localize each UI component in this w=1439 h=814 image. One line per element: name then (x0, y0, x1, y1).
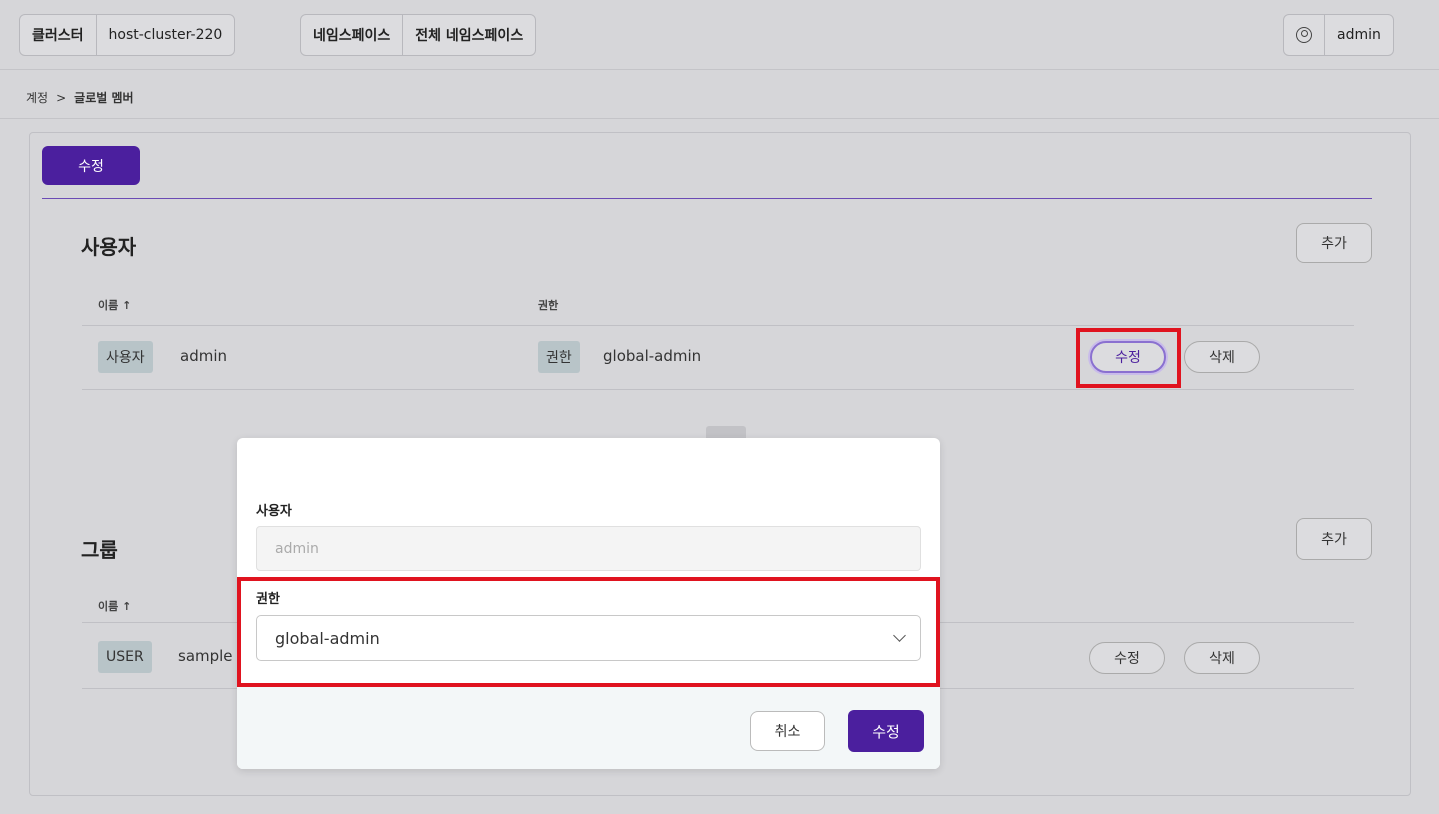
user-circle-icon (1296, 27, 1312, 43)
highlight-box (237, 577, 940, 687)
groups-section-title: 그룹 (81, 538, 118, 562)
namespace-value[interactable]: 전체 네임스페이스 (403, 15, 535, 55)
user-menu[interactable]: admin (1283, 14, 1394, 56)
column-header-role: 권한 (538, 299, 559, 312)
edit-button[interactable]: 수정 (42, 146, 140, 185)
cancel-button[interactable]: 취소 (750, 711, 825, 751)
add-user-button[interactable]: 추가 (1296, 223, 1372, 263)
user-icon-wrap[interactable] (1284, 15, 1325, 55)
column-header-name[interactable]: 이름 ↑ (98, 297, 131, 313)
cluster-selector[interactable]: 클러스터 host-cluster-220 (19, 14, 236, 56)
pagination-current[interactable] (706, 426, 746, 438)
tab-underline (42, 198, 1372, 199)
namespace-label: 네임스페이스 (301, 15, 404, 55)
cluster-value[interactable]: host-cluster-220 (97, 15, 235, 55)
divider (82, 325, 1354, 326)
breadcrumb-parent[interactable]: 계정 (26, 89, 48, 106)
cluster-label: 클러스터 (20, 15, 97, 55)
breadcrumb-separator: > (56, 90, 67, 105)
add-group-button[interactable]: 추가 (1296, 518, 1372, 560)
divider (0, 118, 1439, 119)
user-type-tag: 사용자 (98, 341, 153, 373)
delete-group-button[interactable]: 삭제 (1184, 642, 1260, 674)
group-type-tag: USER (98, 641, 152, 673)
group-name: sample (178, 647, 233, 665)
confirm-button[interactable]: 수정 (848, 710, 924, 752)
breadcrumb-current: 글로벌 멤버 (74, 91, 134, 105)
user-name: admin (180, 347, 227, 365)
divider (82, 389, 1354, 390)
role-tag: 권한 (538, 341, 580, 373)
breadcrumb: 계정 > 글로벌 멤버 (26, 89, 134, 106)
edit-group-button[interactable]: 수정 (1089, 642, 1165, 674)
users-section-title: 사용자 (81, 235, 137, 259)
user-role: global-admin (603, 347, 702, 365)
namespace-selector[interactable]: 네임스페이스 전체 네임스페이스 (300, 14, 537, 56)
username[interactable]: admin (1325, 15, 1393, 55)
delete-user-button[interactable]: 삭제 (1184, 341, 1260, 373)
modal-footer (237, 687, 940, 769)
highlight-box (1076, 328, 1181, 388)
top-bar: 클러스터 host-cluster-220 네임스페이스 전체 네임스페이스 a… (0, 0, 1439, 70)
modal-user-field: admin (256, 526, 921, 571)
column-header-name[interactable]: 이름 ↑ (98, 598, 131, 614)
modal-user-label: 사용자 (256, 504, 292, 519)
